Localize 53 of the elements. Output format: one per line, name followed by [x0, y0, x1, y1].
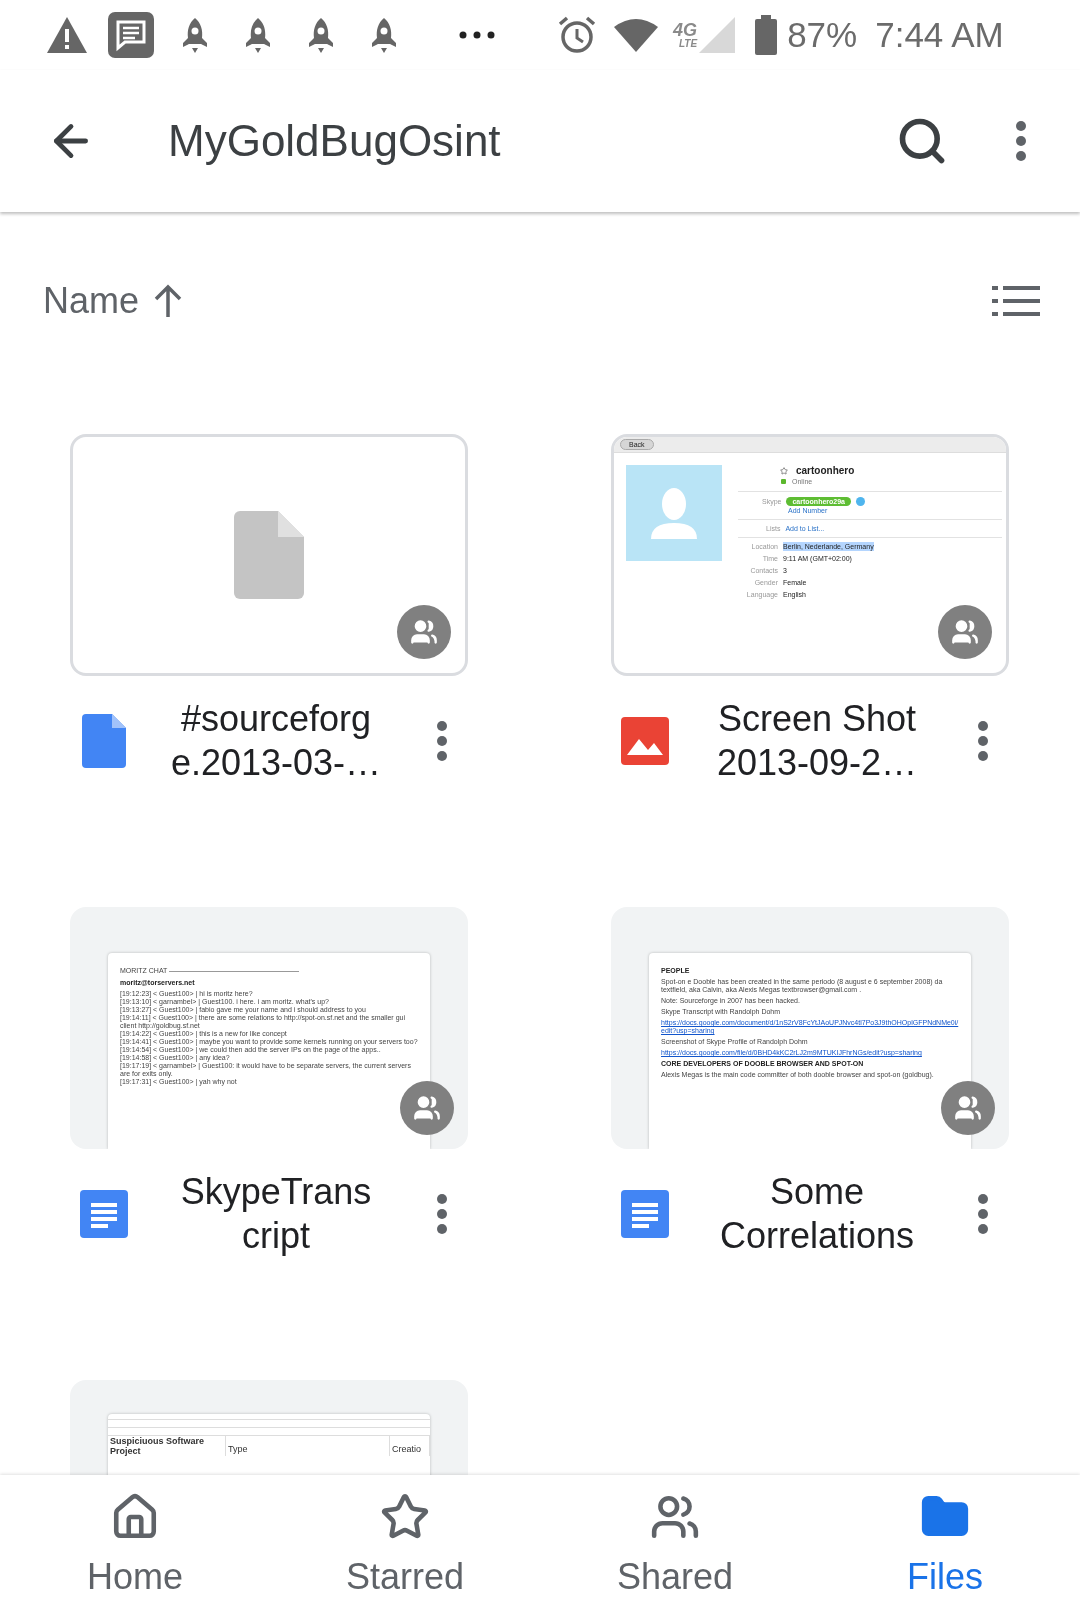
- file-thumbnail[interactable]: [70, 907, 468, 1149]
- file-name: Screen Shot 2013-09-2…: [715, 697, 919, 785]
- battery-icon: [755, 15, 778, 55]
- folder-title: MyGoldBugOsint: [168, 115, 502, 167]
- column-header: Creatio: [392, 1444, 421, 1454]
- rocket-icon: [306, 16, 336, 54]
- rocket-icon: [243, 16, 273, 54]
- chat-icon: [856, 497, 865, 506]
- more-icon: [459, 31, 495, 39]
- network-sub-label: LTE: [678, 39, 698, 49]
- document-icon: [621, 1190, 669, 1238]
- people-icon: [413, 1094, 441, 1122]
- file-name: Some Correlations: [718, 1170, 916, 1258]
- signal-icon: [697, 16, 738, 54]
- nav-tab[interactable]: Home: [0, 1475, 270, 1620]
- vertical-dots-icon: [1016, 121, 1026, 161]
- star-icon: [780, 467, 788, 475]
- clock: 7:44 AM: [875, 13, 1004, 56]
- file-thumbnail[interactable]: [611, 907, 1009, 1149]
- file-name: SkypeTrans cript: [179, 1170, 373, 1258]
- vertical-dots-icon: [978, 1194, 988, 1234]
- people-icon: [954, 1094, 982, 1122]
- image-icon: [621, 717, 669, 765]
- network-label: 4G: [673, 21, 697, 39]
- nav-tab[interactable]: Files: [810, 1475, 1080, 1620]
- rocket-icon: [180, 16, 210, 54]
- arrow-up-icon: [153, 284, 184, 318]
- nav-tab[interactable]: Shared: [540, 1475, 810, 1620]
- wifi-icon: [613, 17, 659, 53]
- document-icon: [80, 1190, 128, 1238]
- file-name: #sourceforg e.2013-03-…: [169, 697, 383, 785]
- people-icon: [951, 618, 979, 646]
- warning-icon: [46, 16, 88, 54]
- contact-name: cartoonhero: [796, 465, 855, 477]
- alarm-icon: [557, 15, 597, 55]
- person-icon: [649, 487, 699, 539]
- file-thumbnail[interactable]: [70, 434, 468, 676]
- vertical-dots-icon: [437, 1194, 447, 1234]
- people-icon: [410, 618, 438, 646]
- file-icon: [82, 714, 126, 768]
- list-view-button[interactable]: [992, 286, 1040, 316]
- sort-button[interactable]: Name: [43, 274, 184, 328]
- rocket-icon: [369, 16, 399, 54]
- online-icon: [781, 479, 786, 484]
- vertical-dots-icon: [437, 721, 447, 761]
- column-header: Type: [228, 1444, 248, 1454]
- nav-tab[interactable]: Starred: [270, 1475, 540, 1620]
- battery-percentage: 87%: [787, 13, 858, 56]
- file-icon: [234, 511, 304, 599]
- vertical-dots-icon: [978, 721, 988, 761]
- message-icon: [108, 12, 154, 58]
- file-thumbnail[interactable]: Suspiciuous Software Project Type Creatio: [70, 1380, 468, 1475]
- column-header: Suspiciuous Software Project: [110, 1436, 205, 1456]
